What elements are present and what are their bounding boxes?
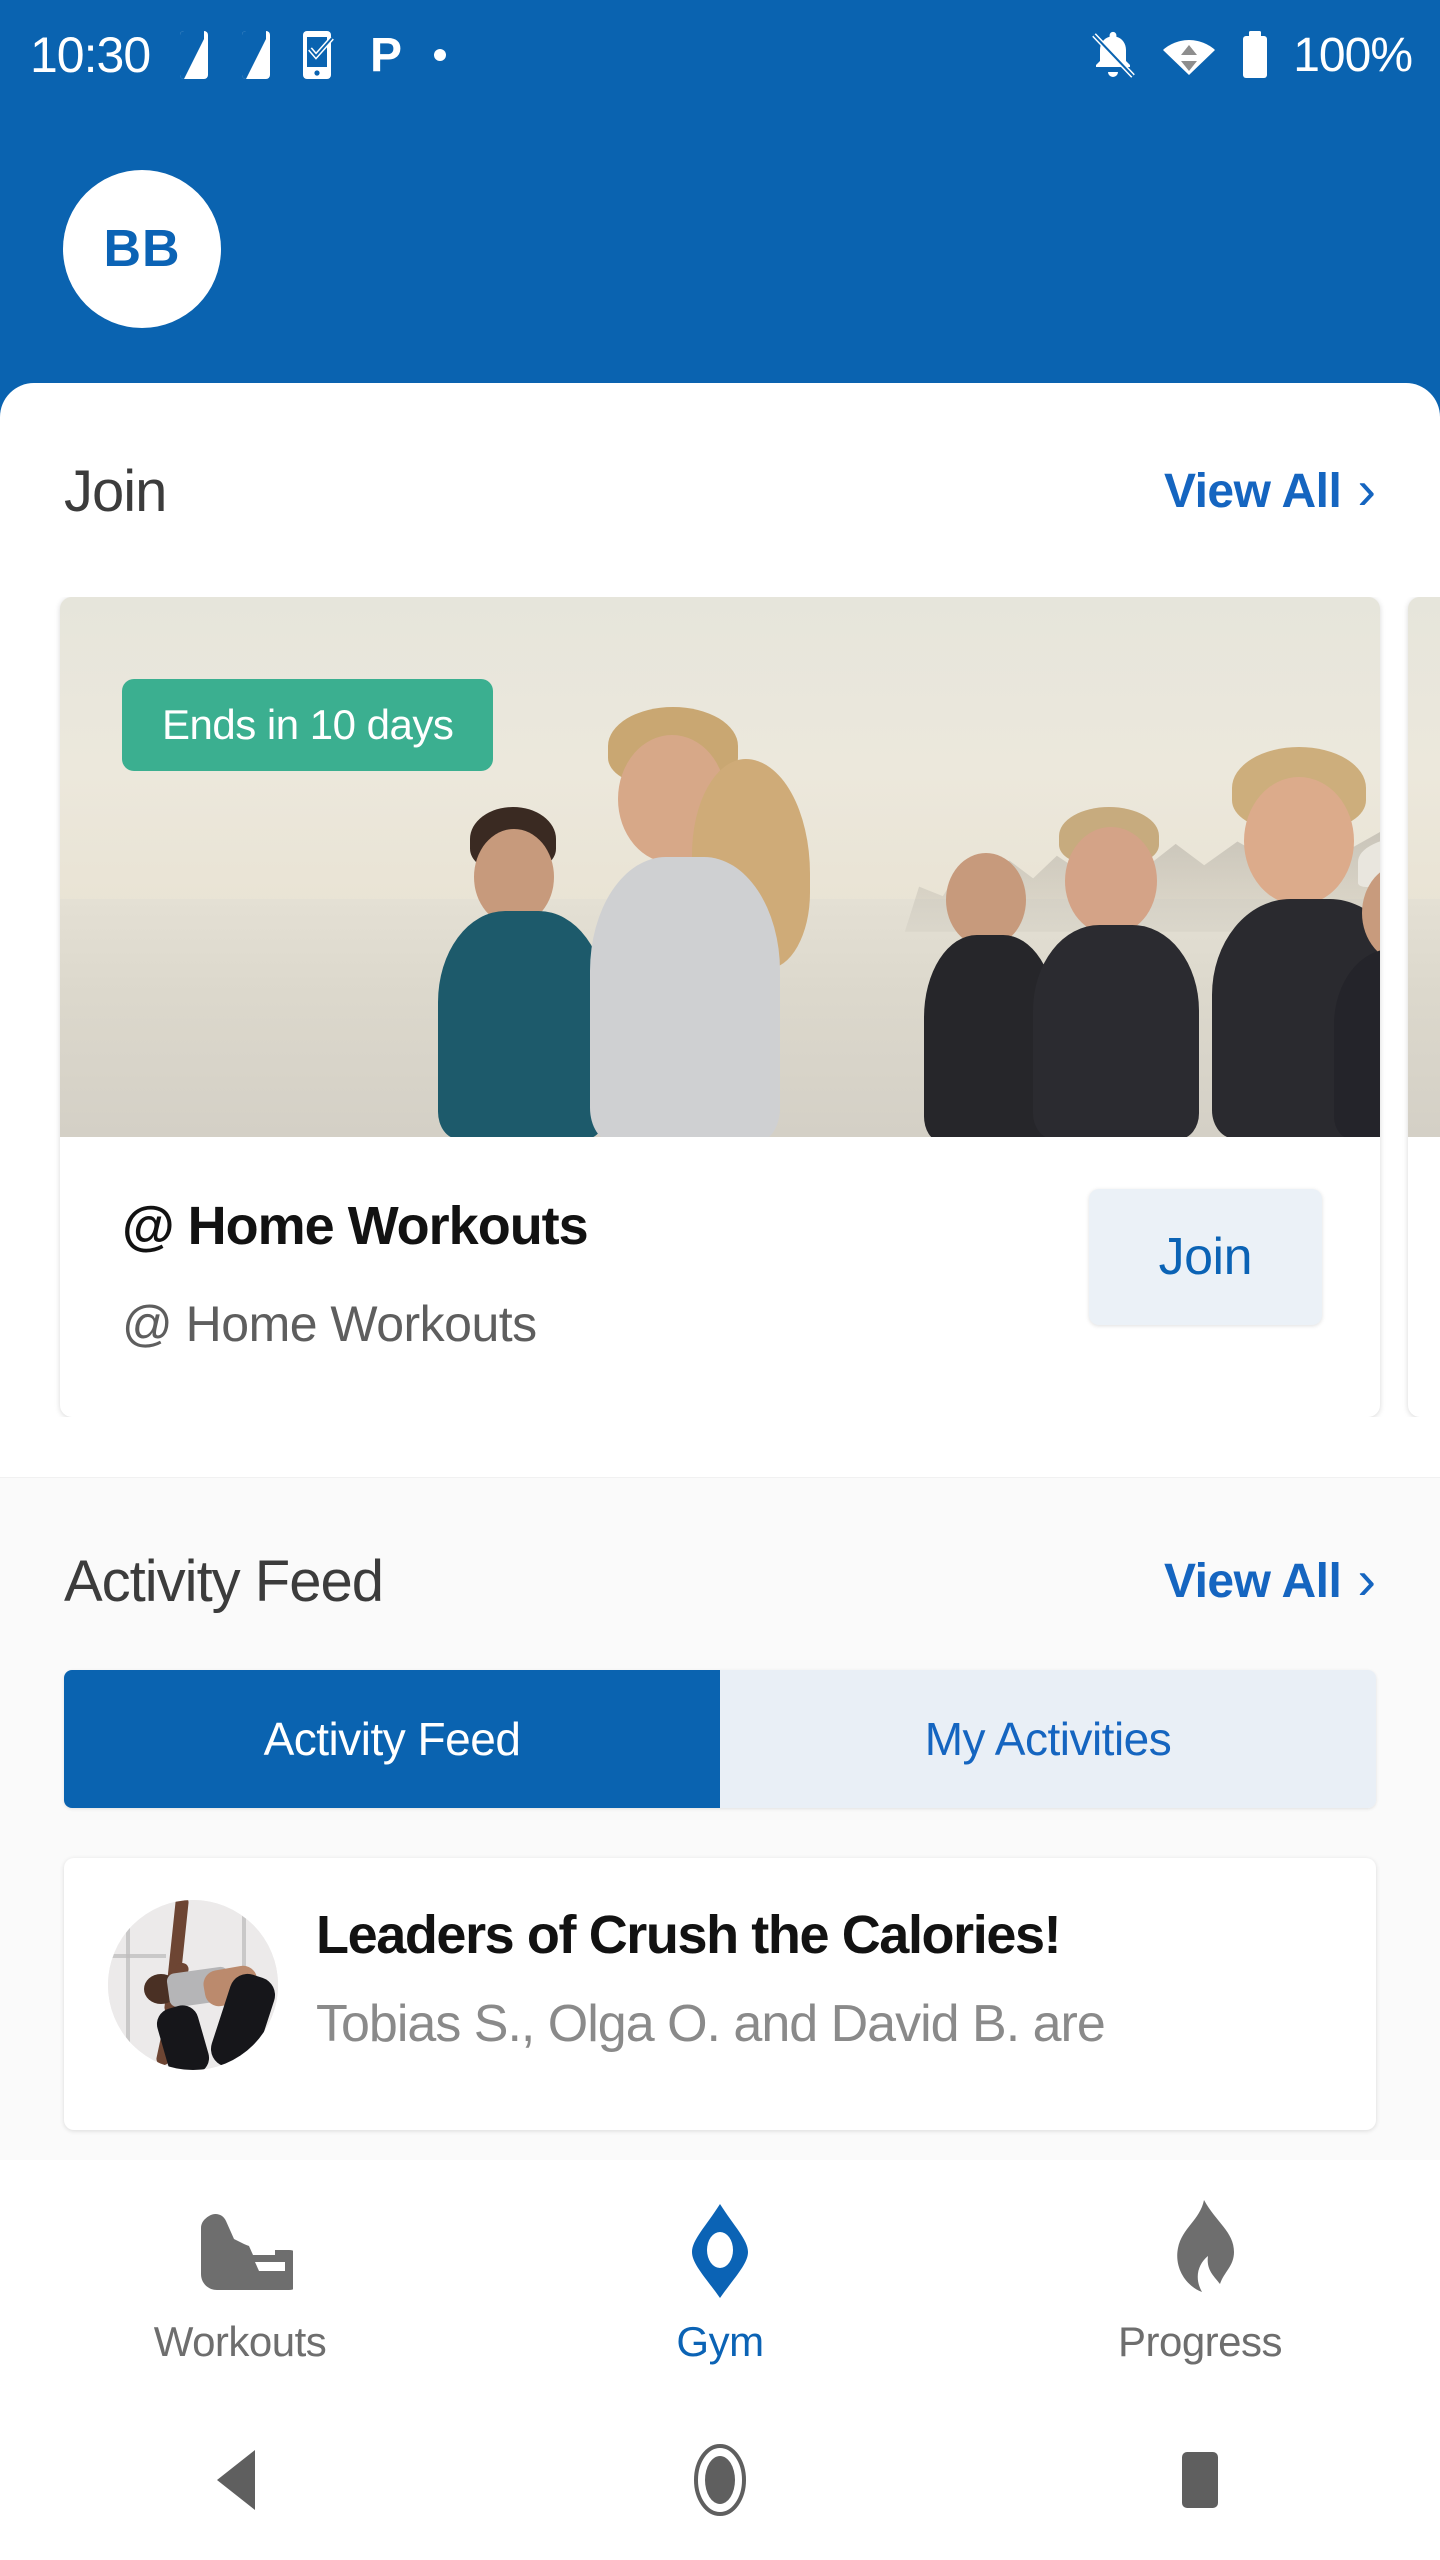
home-icon: [694, 2444, 746, 2516]
running-shoe-icon: [187, 2194, 293, 2300]
status-bar-left: 10:30 P: [30, 29, 450, 81]
profile-avatar[interactable]: BB: [63, 170, 221, 328]
recents-icon: [1182, 2452, 1218, 2508]
challenge-card[interactable]: Ends in 10 days @ Home Workouts @ Home W…: [60, 597, 1380, 1417]
join-section-header: Join View All ›: [0, 458, 1440, 525]
battery-percentage: 100%: [1293, 28, 1413, 82]
system-navigation-bar: [0, 2400, 1440, 2560]
challenge-end-badge: Ends in 10 days: [122, 679, 494, 771]
challenge-text-block: @ Home Workouts @ Home Workouts: [122, 1189, 589, 1353]
activity-section: Activity Feed View All › Activity Feed M…: [0, 1477, 1440, 2217]
task-check-icon: [303, 31, 334, 79]
sim-card-icon: [242, 31, 271, 79]
activity-section-title: Activity Feed: [64, 1549, 384, 1614]
wifi-transfer-icon: [1163, 40, 1216, 75]
flame-icon: [1154, 2194, 1246, 2300]
challenge-card-next[interactable]: [1408, 597, 1440, 1417]
feed-item-subtitle: Tobias S., Olga O. and David B. are: [316, 1995, 1106, 2053]
join-button-label: Join: [1158, 1228, 1253, 1286]
photo-runner: [560, 707, 810, 1137]
tab-gym-label: Gym: [676, 2318, 764, 2365]
join-section-title: Join: [64, 459, 167, 524]
tab-progress-label: Progress: [1117, 2318, 1283, 2365]
dot-icon: [434, 49, 447, 61]
location-pin-icon: [672, 2194, 768, 2300]
svg-text:P: P: [370, 29, 402, 81]
notifications-off-icon: [1092, 31, 1136, 78]
sim-card-icon: [180, 31, 209, 79]
tab-workouts[interactable]: Workouts: [0, 2194, 480, 2366]
photo-runner: [1025, 807, 1205, 1137]
nav-back-button[interactable]: [0, 2444, 480, 2516]
challenge-title: @ Home Workouts: [122, 1196, 589, 1256]
challenge-carousel[interactable]: Ends in 10 days @ Home Workouts @ Home W…: [0, 597, 1440, 1417]
feed-item-avatar: [108, 1900, 278, 2070]
status-notification-icons: P: [176, 29, 450, 81]
tab-my-activities[interactable]: My Activities: [720, 1670, 1376, 1808]
feed-list-item[interactable]: Leaders of Crush the Calories! Tobias S.…: [64, 1858, 1376, 2130]
activity-view-all-link[interactable]: View All ›: [1163, 1547, 1376, 1611]
join-view-all-label: View All: [1163, 465, 1342, 518]
join-challenge-button[interactable]: Join: [1088, 1189, 1322, 1325]
tab-progress[interactable]: Progress: [960, 2194, 1440, 2366]
challenge-card-body: @ Home Workouts @ Home Workouts Join: [60, 1137, 1380, 1417]
chevron-right-icon: ›: [1357, 1547, 1376, 1611]
challenge-photo-next: [1408, 597, 1440, 1137]
activity-section-header: Activity Feed View All ›: [0, 1548, 1440, 1615]
activity-tabs: Activity Feed My Activities: [64, 1670, 1376, 1808]
feed-item-text: Leaders of Crush the Calories! Tobias S.…: [316, 1900, 1332, 2054]
avatar-initials: BB: [103, 220, 181, 278]
feed-item-title: Leaders of Crush the Calories!: [316, 1905, 1062, 1965]
status-bar: 10:30 P 100%: [0, 0, 1440, 110]
join-section: Join View All › Ends in 10 days @ Home W…: [0, 383, 1440, 1417]
nav-recents-button[interactable]: [960, 2444, 1440, 2516]
parking-p-icon: P: [370, 29, 402, 81]
challenge-photo: Ends in 10 days: [60, 597, 1380, 1137]
photo-sky: [1408, 597, 1440, 911]
chevron-right-icon: ›: [1357, 457, 1376, 521]
tab-workouts-label: Workouts: [153, 2318, 327, 2365]
tab-activity-feed[interactable]: Activity Feed: [64, 1670, 720, 1808]
bottom-tab-bar: Workouts Gym Progress: [0, 2160, 1440, 2400]
battery-full-icon: [1243, 31, 1268, 78]
status-clock: 10:30: [30, 27, 151, 83]
activity-view-all-label: View All: [1163, 1555, 1342, 1608]
nav-home-button[interactable]: [480, 2440, 960, 2520]
challenge-subtitle: @ Home Workouts: [122, 1296, 537, 1352]
photo-water: [1408, 899, 1440, 1137]
photo-runner: [1330, 837, 1380, 1137]
back-icon: [217, 2450, 255, 2510]
status-bar-right: 100%: [1087, 28, 1413, 83]
tab-gym[interactable]: Gym: [480, 2194, 960, 2366]
join-view-all-link[interactable]: View All ›: [1163, 457, 1376, 521]
